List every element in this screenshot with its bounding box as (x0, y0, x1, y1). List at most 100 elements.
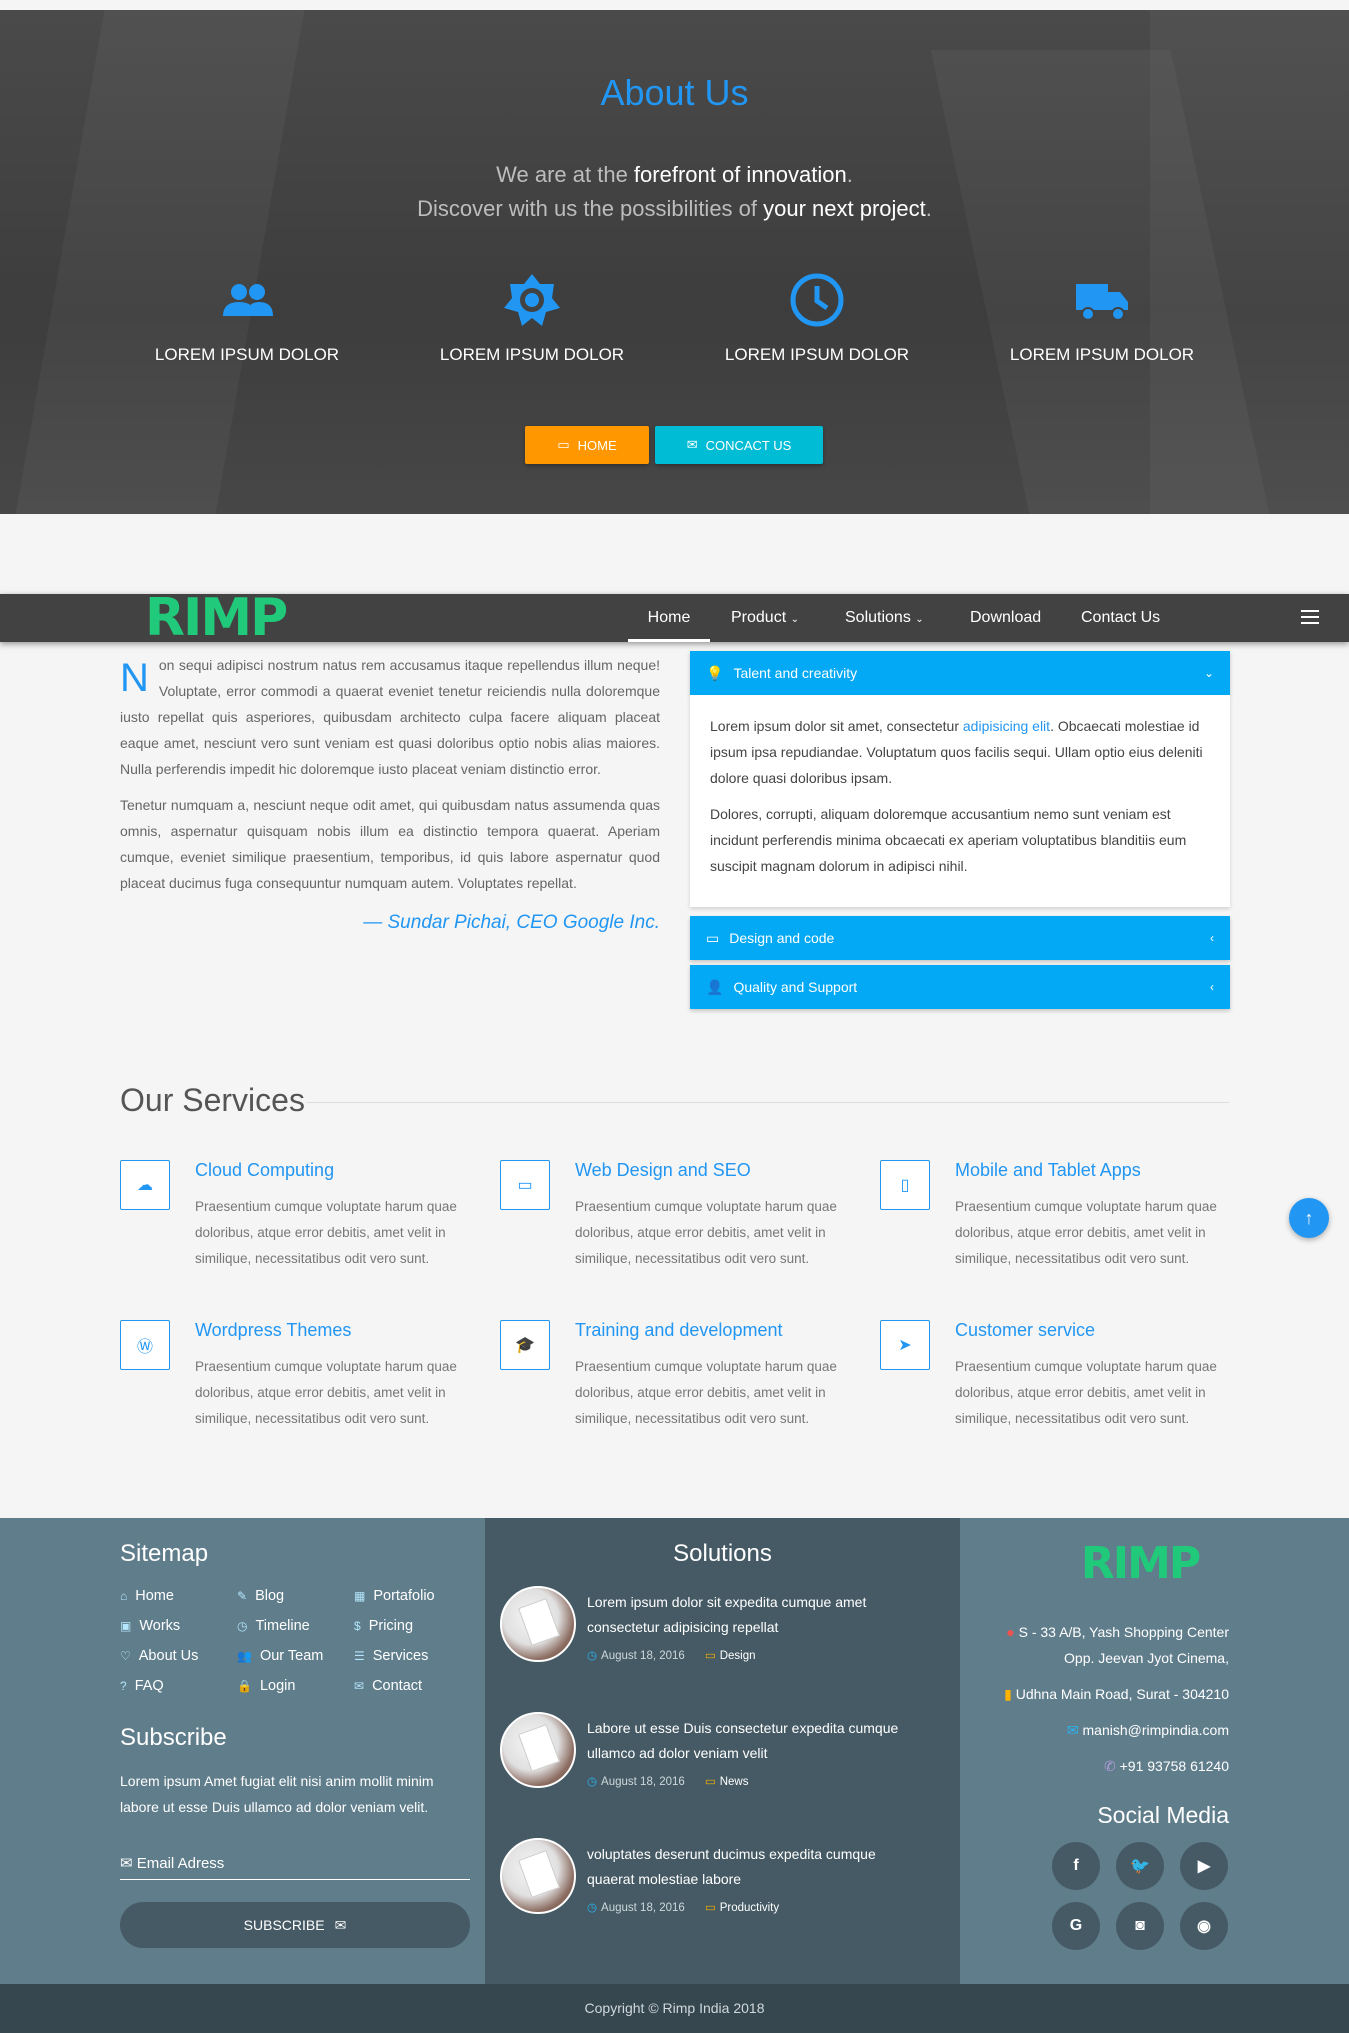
lightbulb-icon: 💡 (706, 664, 724, 681)
dollar-icon: $ (354, 1619, 361, 1633)
hero-title: About Us (600, 72, 749, 113)
nav-download[interactable]: Download (970, 594, 1041, 642)
post-title[interactable]: voluptates deserunt ducimus expedita cum… (587, 1842, 927, 1892)
post-thumbnail (500, 1712, 576, 1788)
menu-icon[interactable] (1301, 610, 1319, 628)
post-title[interactable]: Labore ut esse Duis consectetur expedita… (587, 1716, 927, 1766)
accordion-quality-header[interactable]: 👤 Quality and Support ‹ (690, 965, 1230, 1009)
sitemap-timeline[interactable]: ◷ Timeline (237, 1618, 310, 1634)
post-title[interactable]: Lorem ipsum dolor sit expedita cumque am… (587, 1590, 927, 1640)
sitemap-faq[interactable]: ? FAQ (120, 1678, 164, 1694)
feature-label: LOREM IPSUM DOLOR (439, 345, 625, 364)
footer-sitemap-column: Sitemap ⌂ Home ✎ Blog ▦ Portafolio ▣ Works ◷… (0, 1518, 485, 1984)
service-item: ▯ Mobile and Tablet Apps Praesentium cum… (880, 1160, 1230, 1280)
sitemap-our-team[interactable]: 👥 Our Team (237, 1648, 323, 1664)
wordpress-icon: Ⓦ (120, 1320, 170, 1370)
service-title[interactable]: Training and development (575, 1320, 782, 1341)
home-button[interactable]: ▭ HOME (525, 426, 649, 464)
subscribe-text: Lorem ipsum Amet fugiat elit nisi anim m… (120, 1773, 434, 1815)
feature-people: LOREM IPSUM DOLOR (137, 270, 357, 365)
truck-icon (1076, 284, 1128, 321)
feature-clock: LOREM IPSUM DOLOR (707, 270, 927, 365)
nav-home[interactable]: Home (628, 594, 710, 642)
chevron-down-icon: ⌄ (915, 614, 924, 625)
nav-contact-us[interactable]: Contact Us (1081, 594, 1160, 642)
brightness-icon (504, 274, 560, 326)
services-title: Our Services (120, 1082, 305, 1118)
solution-post[interactable]: Labore ut esse Duis consectetur expedita… (500, 1712, 940, 1802)
sitemap-pricing[interactable]: $ Pricing (354, 1618, 413, 1634)
sitemap-home[interactable]: ⌂ Home (120, 1588, 174, 1604)
clock-icon: ◷ (587, 1776, 598, 1788)
service-title[interactable]: Mobile and Tablet Apps (955, 1160, 1141, 1181)
list-icon: ☰ (354, 1649, 365, 1663)
nav-product[interactable]: Product ⌄ (731, 594, 799, 642)
cloud-icon: ☁ (120, 1160, 170, 1210)
google-icon[interactable]: G (1052, 1902, 1100, 1950)
clock-icon: ◷ (237, 1619, 248, 1633)
accordion-design-header[interactable]: ▭ Design and code ‹ (690, 916, 1230, 960)
service-title[interactable]: Customer service (955, 1320, 1095, 1341)
email-input[interactable]: ✉ Email Adress (120, 1846, 470, 1880)
feature-label: LOREM IPSUM DOLOR (724, 345, 910, 364)
footer-logo: RIMP (1080, 1538, 1201, 1589)
home-icon: ⌂ (120, 1589, 128, 1603)
monitor-icon: ▭ (500, 1160, 550, 1210)
sitemap-login[interactable]: 🔒 Login (237, 1678, 295, 1694)
drop-cap: N (120, 656, 149, 700)
help-icon: ? (120, 1679, 127, 1693)
contact-us-button[interactable]: ✉ CONCACT US (655, 426, 823, 464)
service-title[interactable]: Web Design and SEO (575, 1160, 751, 1181)
grid-icon: ▦ (354, 1589, 366, 1603)
mail-icon: ✉ (686, 437, 698, 452)
address-line-3: ▮ Udhna Main Road, Surat - 304210 (1004, 1686, 1229, 1702)
sitemap-portafolio[interactable]: ▦ Portafolio (354, 1588, 435, 1604)
accordion-talent-body: Lorem ipsum dolor sit amet, consectetur … (690, 695, 1230, 907)
monitor-icon: ▭ (557, 437, 570, 452)
clock-icon: ◷ (587, 1902, 598, 1914)
service-title[interactable]: Wordpress Themes (195, 1320, 351, 1341)
heart-icon: ♡ (120, 1649, 131, 1663)
graduation-cap-icon: 🎓 (500, 1320, 550, 1370)
scroll-to-top-button[interactable]: ↑ (1289, 1198, 1329, 1238)
map-icon: ▮ (1004, 1686, 1012, 1702)
accordion-talent-header[interactable]: 💡 Talent and creativity ⌄ (690, 651, 1230, 695)
sitemap-title: Sitemap (120, 1540, 209, 1567)
tablet-icon: ▯ (880, 1160, 930, 1210)
service-item: ➤ Customer service Praesentium cumque vo… (880, 1320, 1230, 1440)
service-text: Praesentium cumque voluptate harum quae … (955, 1359, 1217, 1426)
hero-subtitle: We are at the forefront of innovation. D… (417, 162, 932, 221)
solution-post[interactable]: Lorem ipsum dolor sit expedita cumque am… (500, 1586, 940, 1676)
sitemap-services[interactable]: ☰ Services (354, 1648, 428, 1664)
quote-author: — Sundar Pichai, CEO Google Inc. (363, 912, 660, 933)
service-title[interactable]: Cloud Computing (195, 1160, 334, 1181)
sitemap-contact[interactable]: ✉ Contact (354, 1678, 422, 1694)
about-text: Non sequi adipisci nostrum natus rem acc… (120, 652, 660, 936)
twitter-icon[interactable]: 🐦 (1116, 1842, 1164, 1890)
github-icon[interactable]: ◉ (1180, 1902, 1228, 1950)
adipisicing-link[interactable]: adipisicing elit (963, 718, 1050, 734)
service-text: Praesentium cumque voluptate harum quae … (575, 1359, 837, 1426)
about-paragraph: Tenetur numquam a, nesciunt neque odit a… (120, 797, 660, 891)
footer-solutions-column: Solutions Lorem ipsum dolor sit expedita… (485, 1518, 960, 1984)
youtube-icon[interactable]: ▶ (1180, 1842, 1228, 1890)
phone-number: ✆ +91 93758 61240 (1103, 1758, 1229, 1774)
copyright: Copyright © Rimp India 2018 (0, 1984, 1349, 2033)
sitemap-blog[interactable]: ✎ Blog (237, 1588, 284, 1604)
chevron-down-icon: ⌄ (790, 614, 799, 625)
sitemap-about-us[interactable]: ♡ About Us (120, 1648, 198, 1664)
hero-section: About Us We are at the forefront of inno… (0, 10, 1349, 514)
service-text: Praesentium cumque voluptate harum quae … (195, 1359, 457, 1426)
service-text: Praesentium cumque voluptate harum quae … (195, 1199, 457, 1266)
nav-solutions[interactable]: Solutions ⌄ (845, 594, 924, 642)
subscribe-button[interactable]: SUBSCRIBE ✉ (120, 1902, 470, 1948)
email-link[interactable]: ✉ manish@rimpindia.com (1067, 1722, 1229, 1739)
facebook-icon[interactable]: f (1052, 1842, 1100, 1890)
subscribe-title: Subscribe (120, 1724, 227, 1751)
instagram-icon[interactable]: ◙ (1116, 1902, 1164, 1950)
post-thumbnail (500, 1838, 576, 1914)
sitemap-works[interactable]: ▣ Works (120, 1618, 180, 1634)
solution-post[interactable]: voluptates deserunt ducimus expedita cum… (500, 1838, 940, 1928)
logo[interactable]: RIMP (145, 592, 288, 644)
chevron-left-icon: ‹ (1210, 980, 1214, 994)
